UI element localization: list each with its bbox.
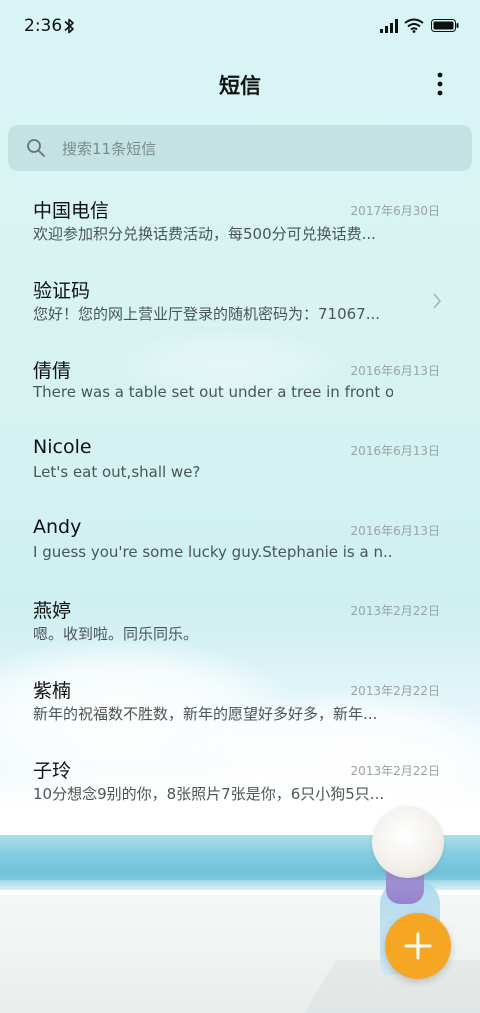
message-date: 2013年2月22日 [350,764,440,778]
status-time: 2:36 [24,16,63,36]
message-sender: 倩倩 [33,360,72,382]
message-preview: 10分想念9别的你，8张照片7张是你，6只小狗5只... [33,785,385,803]
message-list: 中国电信 2017年6月30日 欢迎参加积分兑换话费活动，每500分可兑换话费.… [0,180,480,820]
message-sender: 验证码 [33,280,91,302]
message-sender: Nicole [33,436,92,458]
message-item[interactable]: 验证码 您好！您的网上营业厅登录的随机密码为：71067... [0,260,480,340]
message-item[interactable]: Nicole 2016年6月13日 Let's eat out,shall we… [0,420,480,500]
chevron-right-icon [433,293,442,309]
title-bar: 短信 [0,60,480,110]
plus-icon [404,932,432,960]
message-date: 2016年6月13日 [350,524,440,538]
message-preview: Let's eat out,shall we? [33,463,201,481]
message-date: 2013年2月22日 [350,604,440,618]
message-sender: 燕婷 [33,600,72,622]
status-bar: 2:36 [0,0,480,54]
search-icon [27,139,45,157]
message-sender: 紫楠 [33,680,72,702]
new-message-button[interactable] [385,913,451,979]
page-title: 短信 [219,74,261,98]
message-date: 2016年6月13日 [350,364,440,378]
message-item[interactable]: 子玲 2013年2月22日 10分想念9别的你，8张照片7张是你，6只小狗5只.… [0,740,480,820]
wifi-icon [404,18,424,33]
search-box[interactable]: 搜索11条短信 [8,125,472,171]
message-item[interactable]: 倩倩 2016年6月13日 There was a table set out … [0,340,480,420]
message-preview: 您好！您的网上营业厅登录的随机密码为：71067... [33,305,381,323]
more-options-button[interactable] [426,66,454,102]
message-sender: 子玲 [33,760,72,782]
message-date: 2017年6月30日 [350,204,440,218]
message-item[interactable]: Andy 2016年6月13日 I guess you're some luck… [0,500,480,580]
message-preview: I guess you're some lucky guy.Stephanie … [33,543,393,561]
message-date: 2013年2月22日 [350,684,440,698]
message-preview: 欢迎参加积分兑换话费活动，每500分可兑换话费... [33,225,376,243]
message-date: 2016年6月13日 [350,444,440,458]
signal-icon [380,19,398,33]
message-preview: There was a table set out under a tree i… [33,383,393,401]
message-item[interactable]: 中国电信 2017年6月30日 欢迎参加积分兑换话费活动，每500分可兑换话费.… [0,180,480,260]
more-vertical-icon [437,72,443,96]
message-item[interactable]: 燕婷 2013年2月22日 嗯。收到啦。同乐同乐。 [0,580,480,660]
battery-icon [431,19,459,32]
search-placeholder: 搜索11条短信 [62,140,157,158]
message-sender: Andy [33,516,82,538]
message-preview: 嗯。收到啦。同乐同乐。 [33,625,199,643]
bluetooth-icon [64,18,74,34]
message-sender: 中国电信 [33,200,110,222]
message-item[interactable]: 紫楠 2013年2月22日 新年的祝福数不胜数，新年的愿望好多好多，新年... [0,660,480,740]
message-preview: 新年的祝福数不胜数，新年的愿望好多好多，新年... [33,705,378,723]
